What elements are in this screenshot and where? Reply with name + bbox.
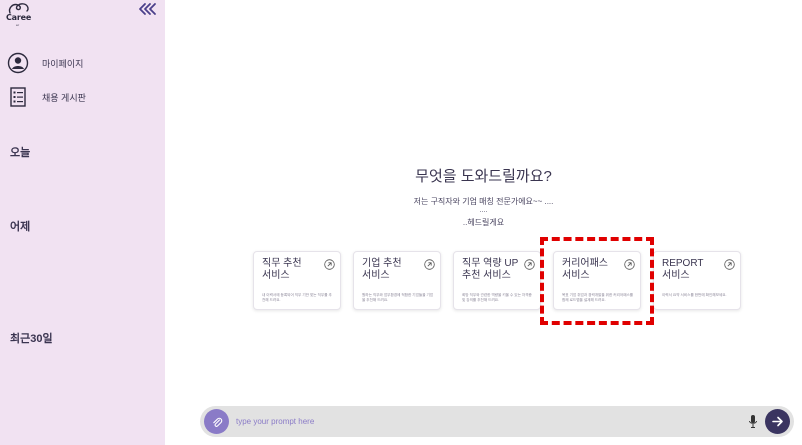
collapse-sidebar-icon[interactable]	[138, 2, 158, 16]
microphone-icon[interactable]	[748, 414, 758, 429]
sidebar-item-mypage[interactable]: 마이페이지	[7, 52, 83, 74]
sidebar-item-job-board[interactable]: 채용 게시판	[7, 86, 86, 108]
arrow-up-right-icon	[324, 259, 335, 270]
prompt-input[interactable]	[236, 412, 736, 431]
intro-text-ellipsis: ....	[479, 207, 488, 214]
arrow-right-icon	[772, 416, 783, 427]
history-section-last-30-days: 최근30일	[10, 333, 53, 345]
user-circle-icon	[7, 52, 29, 74]
service-card-skill-up[interactable]: 직무 역량 UP 추천 서비스 희망 직무와 관련한 역량을 키울 수 있는 자…	[453, 251, 541, 310]
card-title: 커리어패스 서비스	[562, 258, 608, 281]
logo-subtext: er	[16, 23, 20, 27]
card-description: 원하는 직무와 업무환경에 적합한 기업들을 기업을 추천해 드려요.	[362, 293, 434, 302]
card-title: REPORT 서비스	[662, 258, 704, 281]
history-section-yesterday: 어제	[10, 221, 31, 233]
card-title: 기업 추천 서비스	[362, 258, 402, 281]
sidebar-item-label: 마이페이지	[42, 58, 84, 69]
sidebar: Caree er 마이페이지 채용 게시판 오늘 어제 최근30일	[0, 0, 165, 445]
service-card-report[interactable]: REPORT 서비스 이력서 요약 서비스를 한번에 확인해보세요.	[653, 251, 741, 310]
card-description: 이력서 요약 서비스를 한번에 확인해보세요.	[662, 293, 727, 297]
card-description: 내 이력서에 등록되어 직무 기반 맞는 직무를 추천해 드려요.	[262, 293, 332, 302]
logo-text: Caree	[6, 13, 32, 22]
prompt-bar	[200, 406, 794, 437]
card-title: 직무 역량 UP 추천 서비스	[462, 258, 519, 281]
arrow-up-right-icon	[724, 259, 735, 270]
sidebar-item-label: 채용 게시판	[42, 92, 86, 103]
service-card-career-path[interactable]: 커리어패스 서비스 목표 기업 취업과 경력개발을 위한 커리어패스를 함께 로…	[553, 251, 641, 310]
send-button[interactable]	[765, 409, 790, 434]
arrow-up-right-icon	[524, 259, 535, 270]
arrow-up-right-icon	[624, 259, 635, 270]
paperclip-icon[interactable]	[204, 409, 229, 434]
list-board-icon	[7, 86, 29, 108]
card-description: 희망 직무와 관련한 역량을 키울 수 있는 자격증 및 강의를 추천해 드려요…	[462, 293, 532, 302]
arrow-up-right-icon	[424, 259, 435, 270]
service-card-job-recommend[interactable]: 직무 추천 서비스 내 이력서에 등록되어 직무 기반 맞는 직무를 추천해 드…	[253, 251, 341, 310]
history-section-today: 오늘	[10, 147, 31, 159]
intro-text-end: ..헤드릴게요	[462, 218, 505, 227]
page-title: 무엇을 도와드릴까요?	[415, 168, 552, 185]
intro-text: 저는 구직자와 기업 매칭 전문가에요~~ ....	[413, 197, 554, 206]
app-logo[interactable]: Caree er	[5, 2, 35, 28]
card-description: 목표 기업 취업과 경력개발을 위한 커리어패스를 함께 로드맵을 설계해 드려…	[562, 293, 634, 302]
service-card-company-recommend[interactable]: 기업 추천 서비스 원하는 직무와 업무환경에 적합한 기업들을 기업을 추천해…	[353, 251, 441, 310]
card-title: 직무 추천 서비스	[262, 258, 302, 281]
